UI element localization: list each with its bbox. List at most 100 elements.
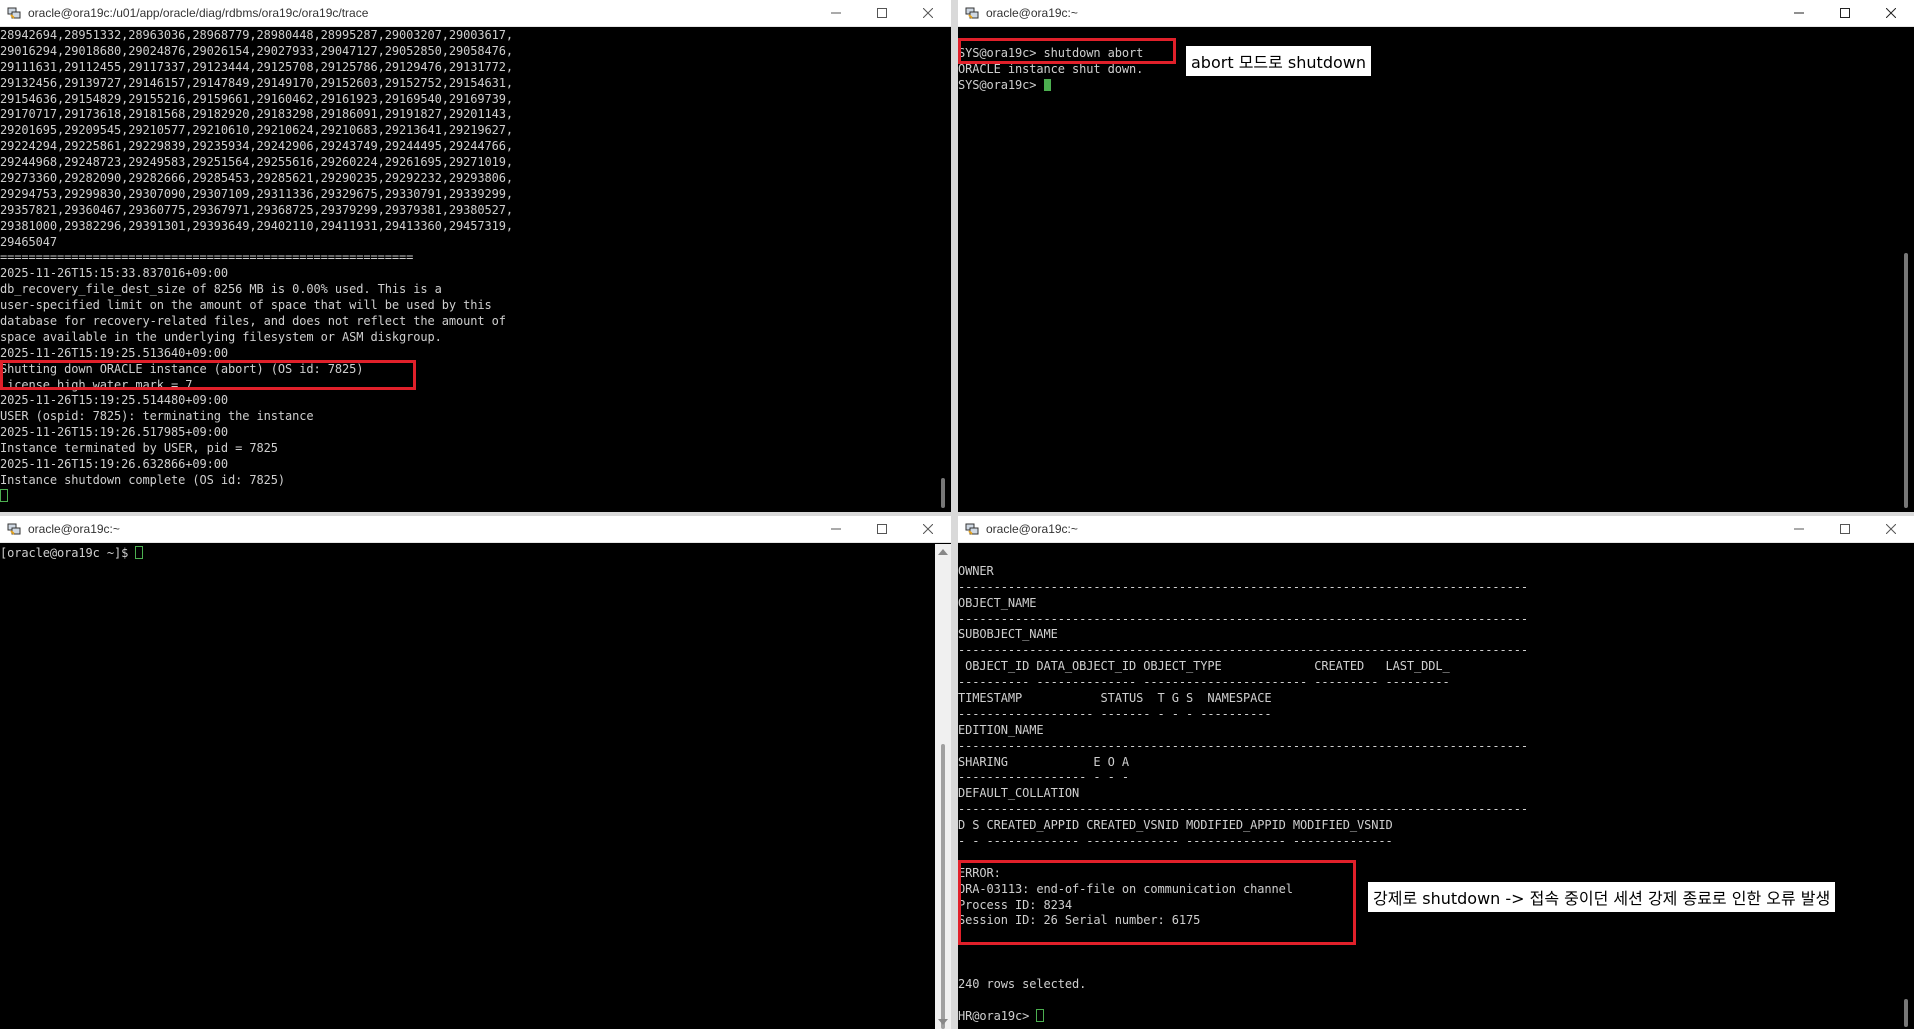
close-icon[interactable] (1868, 0, 1914, 26)
close-icon[interactable] (1868, 516, 1914, 542)
terminal-line: 29273360,29282090,29282666,29285453,2928… (0, 171, 513, 186)
highlight-box-shutdown-log (0, 360, 416, 390)
terminal-line: 28942694,28951332,28963036,28968779,2898… (0, 28, 513, 42)
highlight-box-ora-03113-error (958, 860, 1356, 945)
terminal-line: SYS@ora19c> (958, 78, 1898, 94)
maximize-icon[interactable] (859, 516, 905, 542)
terminal-line: OBJECT_NAME (958, 595, 1037, 610)
terminal-line: 29294753,29299830,29307090,29307109,2931… (0, 186, 513, 201)
terminal-line: 29170717,29173618,29181568,29182920,2918… (0, 107, 513, 122)
putty-icon (6, 5, 22, 21)
cursor (0, 488, 8, 502)
terminal-line: 29244968,29248723,29249583,29251564,2925… (0, 155, 513, 170)
terminal-line: OBJECT_ID DATA_OBJECT_ID OBJECT_TYPE CRE… (958, 659, 1450, 674)
terminal-line: db_recovery_file_dest_size of 8256 MB is… (0, 282, 442, 297)
scrollbar[interactable] (935, 544, 951, 1029)
cursor (135, 546, 144, 559)
terminal-line: ----------------------------------------… (958, 611, 1528, 626)
minimize-icon[interactable] (1776, 0, 1822, 26)
terminal-output[interactable]: [oracle@ora19c ~]$ (0, 546, 935, 1029)
minimize-icon[interactable] (813, 516, 859, 542)
window-titlebar[interactable]: oracle@ora19c:~ (958, 516, 1914, 543)
terminal-line: 240 rows selected. (958, 977, 1087, 992)
terminal-line: Instance shutdown complete (OS id: 7825) (0, 472, 285, 487)
terminal-line: Instance terminated by USER, pid = 7825 (0, 441, 278, 456)
minimize-icon[interactable] (813, 0, 859, 26)
putty-icon (6, 521, 22, 537)
terminal-line: 29111631,29112455,29117337,29123444,2912… (0, 59, 513, 74)
terminal-line: 29381000,29382296,29391301,29393649,2940… (0, 218, 513, 233)
terminal-line: database for recovery-related files, and… (0, 314, 506, 329)
terminal-line: ------------------ - - - (958, 770, 1129, 785)
terminal-line: OWNER (958, 563, 994, 578)
terminal-line: 2025-11-26T15:19:26.517985+09:00 (0, 425, 228, 440)
putty-icon (964, 521, 980, 537)
annotation-forced-session-termination: 강제로 shutdown -> 접속 중이던 세션 강제 종료로 인한 오류 발… (1368, 882, 1836, 912)
terminal-line: ------------------- ------- - - - ------… (958, 706, 1272, 721)
scrollbar[interactable] (1898, 28, 1914, 512)
scrollbar[interactable] (1898, 544, 1914, 1029)
terminal-line: USER (ospid: 7825): terminating the inst… (0, 409, 314, 424)
terminal-line: user-specified limit on the amount of sp… (0, 298, 492, 313)
maximize-icon[interactable] (1822, 516, 1868, 542)
scroll-up-icon[interactable] (938, 549, 948, 555)
terminal-line: ----------------------------------------… (958, 738, 1528, 753)
scroll-down-icon[interactable] (938, 1019, 948, 1025)
terminal-output[interactable]: SYS@ora19c> shutdown abort ORACLE instanc… (958, 46, 1898, 512)
window-titlebar[interactable]: oracle@ora19c:~ (0, 516, 951, 543)
terminal-line: ---------- -------------- --------------… (958, 675, 1450, 690)
terminal-line: 29154636,29154829,29155216,29159661,2916… (0, 91, 513, 106)
terminal-line: 29224294,29225861,29229839,29235934,2924… (0, 139, 513, 154)
terminal-output[interactable]: OWNER -----------------------------------… (958, 548, 1898, 1029)
terminal-line: ========================================… (0, 250, 414, 265)
scrollbar[interactable] (935, 28, 951, 512)
terminal-line: 29016294,29018680,29024876,29026154,2902… (0, 43, 513, 58)
cursor (1043, 78, 1051, 91)
window-title: oracle@ora19c:/u01/app/oracle/diag/rdbms… (28, 6, 369, 20)
maximize-icon[interactable] (859, 0, 905, 26)
terminal-line: - - ------------- ------------- --------… (958, 834, 1393, 849)
terminal-line: HR@ora19c> (958, 1008, 1898, 1025)
terminal-line: [oracle@ora19c ~]$ (0, 546, 935, 562)
terminal-line: D S CREATED_APPID CREATED_VSNID MODIFIED… (958, 818, 1393, 833)
annotation-abort-shutdown: abort 모드로 shutdown (1186, 46, 1371, 76)
minimize-icon[interactable] (1776, 516, 1822, 542)
window-titlebar[interactable]: oracle@ora19c:~ (958, 0, 1914, 27)
terminal-line: 29465047 (0, 234, 57, 249)
terminal-line: 2025-11-26T15:19:26.632866+09:00 (0, 457, 228, 472)
terminal-window-trace-log[interactable]: oracle@ora19c:/u01/app/oracle/diag/rdbms… (0, 0, 951, 512)
terminal-line: space available in the underlying filesy… (0, 329, 442, 344)
maximize-icon[interactable] (1822, 0, 1868, 26)
terminal-line: DEFAULT_COLLATION (958, 786, 1080, 801)
terminal-window-shell[interactable]: oracle@ora19c:~ [oracle@ora19c ~]$ (0, 516, 951, 1029)
cursor (1036, 1008, 1045, 1022)
terminal-line: 29201695,29209545,29210577,29210610,2921… (0, 123, 513, 138)
terminal-line: ----------------------------------------… (958, 579, 1528, 594)
terminal-line (0, 488, 935, 505)
close-icon[interactable] (905, 0, 951, 26)
window-title: oracle@ora19c:~ (986, 522, 1078, 536)
window-title: oracle@ora19c:~ (28, 522, 120, 536)
terminal-line: SUBOBJECT_NAME (958, 627, 1058, 642)
terminal-line: 29132456,29139727,29146157,29147849,2914… (0, 75, 513, 90)
terminal-line: 29357821,29360467,29360775,29367971,2936… (0, 202, 513, 217)
terminal-line: 2025-11-26T15:19:25.514480+09:00 (0, 393, 228, 408)
close-icon[interactable] (905, 516, 951, 542)
window-titlebar[interactable]: oracle@ora19c:/u01/app/oracle/diag/rdbms… (0, 0, 951, 27)
terminal-line: EDITION_NAME (958, 722, 1044, 737)
terminal-window-sys-session[interactable]: oracle@ora19c:~ SYS@ora19c> shutdown abo… (958, 0, 1914, 512)
terminal-line: 2025-11-26T15:15:33.837016+09:00 (0, 266, 228, 281)
highlight-box-shutdown-command (958, 38, 1176, 64)
terminal-line: SHARING E O A (958, 754, 1129, 769)
terminal-output[interactable]: 28942694,28951332,28963036,28968779,2898… (0, 28, 935, 512)
terminal-line: ----------------------------------------… (958, 643, 1528, 658)
window-title: oracle@ora19c:~ (986, 6, 1078, 20)
terminal-line: TIMESTAMP STATUS T G S NAMESPACE (958, 691, 1272, 706)
terminal-line: ----------------------------------------… (958, 802, 1528, 817)
terminal-window-hr-session[interactable]: oracle@ora19c:~ OWNER -------------------… (958, 516, 1914, 1029)
terminal-line: ORACLE instance shut down. (958, 61, 1144, 76)
